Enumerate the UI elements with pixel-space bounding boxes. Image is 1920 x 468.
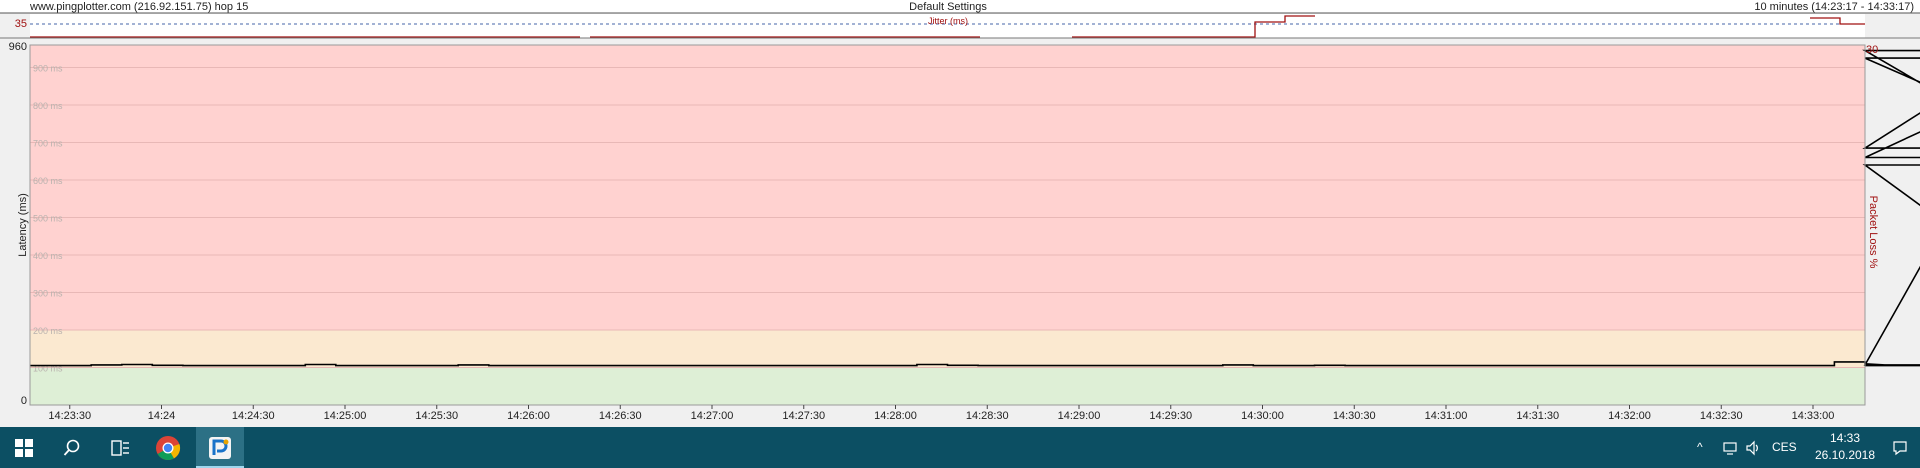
grid-label: 900 ms [33,64,63,74]
start-button[interactable] [0,427,48,468]
x-tick-label: 14:24:30 [232,410,275,422]
x-axis-ticks: 14:23:30 14:24 14:24:30 14:25:00 14:25:30 14:… [48,405,1834,422]
y-axis-title: Latency (ms) [17,193,29,257]
zone-backgrounds [30,45,1865,405]
y2-axis-title: Packet Loss % [1867,196,1879,269]
network-icon[interactable] [1722,440,1738,456]
grid-label: 800 ms [33,101,63,111]
x-tick-label: 14:31:30 [1516,410,1559,422]
zone-warning [30,330,1865,368]
zone-good [30,367,1865,405]
task-view-icon [111,439,129,456]
x-tick-label: 14:28:00 [874,410,917,422]
windows-logo-icon [15,438,33,457]
x-tick-label: 14:27:00 [691,410,734,422]
chrome-taskbar-button[interactable] [144,427,192,468]
grid-label: 200 ms [33,326,63,336]
x-tick-label: 14:30:30 [1333,410,1376,422]
zone-bad [30,45,1865,330]
windows-taskbar: ^ CES 14:33 26.10.2018 [0,427,1920,468]
x-tick-label: 14:25:00 [324,410,367,422]
search-icon [63,439,80,456]
tray-overflow-chevron-icon[interactable]: ^ [1697,440,1703,454]
x-tick-label: 14:23:30 [48,410,91,422]
x-tick-label: 14:33:00 [1792,410,1835,422]
pingplotter-taskbar-button[interactable] [196,427,244,468]
x-tick-label: 14:26:30 [599,410,642,422]
grid-label: 400 ms [33,251,63,261]
grid-label: 300 ms [33,289,63,299]
x-tick-label: 14:32:30 [1700,410,1743,422]
search-button[interactable] [48,427,96,468]
time-range-label: 10 minutes (14:23:17 - 14:33:17) [1754,1,1914,13]
x-tick-label: 14:26:00 [507,410,550,422]
x-tick-label: 14:29:30 [1149,410,1192,422]
clock-date: 26.10.2018 [1814,448,1876,462]
y-axis-max-label: 960 [9,41,27,53]
clock[interactable]: 14:33 26.10.2018 [1805,431,1885,465]
volume-icon[interactable] [1745,440,1761,456]
x-tick-label: 14:27:30 [782,410,825,422]
target-label: www.pingplotter.com (216.92.151.75) hop … [29,1,248,13]
y-axis-min-label: 0 [21,395,27,407]
x-tick-label: 14:28:30 [966,410,1009,422]
grid-label: 700 ms [33,139,63,149]
grid-label: 500 ms [33,214,63,224]
x-tick-label: 14:31:00 [1425,410,1468,422]
x-tick-label: 14:30:00 [1241,410,1284,422]
x-tick-label: 14:24 [148,410,176,422]
jitter-title: Jitter (ms) [928,16,968,26]
jitter-scale-label: 35 [15,18,27,30]
pingplotter-app-icon [209,436,231,459]
clock-time: 14:33 [1829,431,1861,445]
chrome-icon [156,435,181,460]
notification-icon[interactable] [1892,440,1908,456]
x-tick-label: 14:32:00 [1608,410,1651,422]
latency-chart: www.pingplotter.com (216.92.151.75) hop … [0,0,1920,422]
x-tick-label: 14:25:30 [415,410,458,422]
y2-axis-max-label: 30 [1866,44,1878,56]
task-view-button[interactable] [96,427,144,468]
pingplotter-window: www.pingplotter.com (216.92.151.75) hop … [0,0,1920,468]
grid-label: 600 ms [33,176,63,186]
settings-label: Default Settings [909,1,987,13]
language-indicator[interactable]: CES [1772,440,1797,454]
x-tick-label: 14:29:00 [1058,410,1101,422]
